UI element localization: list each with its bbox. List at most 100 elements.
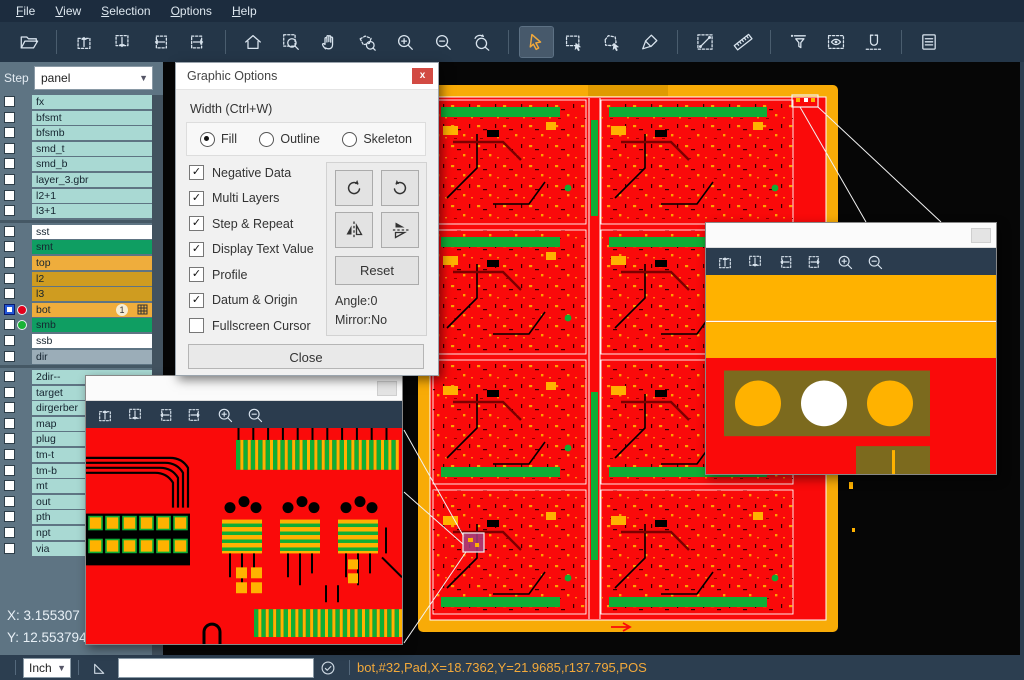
layer-name[interactable]: smd_t [32,142,152,156]
pan-right-button[interactable] [182,27,215,57]
layer-name[interactable]: bfsmb [32,126,152,140]
layer-name[interactable]: smb [32,318,152,332]
pan-left-button[interactable] [771,251,798,273]
zoom-in-button[interactable] [389,27,422,57]
layer-name[interactable]: bot1 [32,303,152,317]
unit-select[interactable]: Inch ▼ [23,658,71,678]
preview-viewport[interactable] [86,428,402,644]
menu-selection[interactable]: Selection [91,2,160,21]
layer-checkbox[interactable] [4,241,15,252]
layer-checkbox[interactable] [4,351,15,362]
pan-down-button[interactable] [741,251,768,273]
checkbox-negative-data[interactable]: ✓ Negative Data [189,160,314,186]
menu-options[interactable]: Options [161,2,222,21]
layer-name[interactable]: dir [32,350,152,364]
layer-checkbox[interactable] [4,205,15,216]
layer-checkbox[interactable] [4,174,15,185]
zoom-in-button[interactable] [831,251,858,273]
filter-button[interactable] [782,27,815,57]
layer-name[interactable]: smt [32,240,152,254]
layer-name[interactable]: ssb [32,334,152,348]
pan-left-button[interactable] [144,27,177,57]
pan-up-button[interactable] [91,404,118,426]
layer-name[interactable]: smd_b [32,157,152,171]
measure-button[interactable] [689,27,722,57]
layer-name[interactable]: l2+1 [32,189,152,203]
radio-skeleton[interactable]: Skeleton [342,132,412,147]
layer-checkbox[interactable] [4,158,15,169]
layer-checkbox[interactable] [4,465,15,476]
checkbox-datum-origin[interactable]: ✓ Datum & Origin [189,288,314,314]
pan-up-button[interactable] [68,27,101,57]
layer-checkbox[interactable] [4,143,15,154]
select-arrow-button[interactable] [520,27,553,57]
preview-menu-button[interactable] [377,381,397,396]
dialog-title-bar[interactable]: Graphic Options x [176,63,438,90]
layer-name[interactable]: l3+1 [32,204,152,218]
layer-checkbox[interactable] [4,371,15,382]
preview-title-bar[interactable] [86,376,402,401]
checkbox-multi-layers[interactable]: ✓ Multi Layers [189,186,314,212]
checkbox-step-repeat[interactable]: ✓ Step & Repeat [189,211,314,237]
layer-checkbox[interactable] [4,288,15,299]
flip-horizontal-button[interactable] [335,212,373,248]
step-select[interactable]: panel ▼ [34,66,153,90]
layer-name[interactable]: bfsmt [32,111,152,125]
layer-checkbox[interactable] [4,190,15,201]
pan-hand-button[interactable] [313,27,346,57]
home-button[interactable] [237,27,270,57]
layer-checkbox[interactable] [4,387,15,398]
pan-left-button[interactable] [151,404,178,426]
open-folder-button[interactable] [13,27,46,57]
checkbox-fullscreen-cursor[interactable]: Fullscreen Cursor [189,313,314,339]
pan-down-button[interactable] [121,404,148,426]
preview-title-bar[interactable] [706,223,996,248]
checkbox-display-text-value[interactable]: ✓ Display Text Value [189,237,314,263]
command-input[interactable] [118,658,314,678]
layer-checkbox[interactable] [4,335,15,346]
brush-button[interactable] [634,27,667,57]
layer-checkbox[interactable] [4,402,15,413]
layer-name[interactable]: sst [32,225,152,239]
zoom-window-button[interactable] [275,27,308,57]
layer-checkbox[interactable] [4,226,15,237]
layer-name[interactable]: layer_3.gbr [32,173,152,187]
checkbox-profile[interactable]: ✓ Profile [189,262,314,288]
snap-button[interactable] [858,27,891,57]
layer-checkbox[interactable] [4,527,15,538]
close-button[interactable]: Close [188,344,424,369]
zoom-out-button[interactable] [861,251,888,273]
layer-name[interactable]: top [32,256,152,270]
flip-vertical-button[interactable] [381,212,419,248]
rotate-cw-button[interactable] [335,170,373,206]
preview-viewport[interactable] [706,275,996,474]
layer-checkbox[interactable] [4,127,15,138]
ruler-button[interactable] [727,27,760,57]
layer-checkbox[interactable] [4,319,15,330]
pan-up-button[interactable] [711,251,738,273]
layer-checkbox[interactable] [4,511,15,522]
layer-name[interactable]: l3 [32,287,152,301]
apply-button[interactable] [319,659,337,677]
layer-checkbox[interactable] [4,543,15,554]
close-icon[interactable]: x [412,68,433,84]
zoom-out-button[interactable] [427,27,460,57]
rect-select-button[interactable] [558,27,591,57]
layer-checkbox[interactable] [4,304,15,315]
radio-outline[interactable]: Outline [259,132,320,147]
report-button[interactable] [913,27,946,57]
layer-checkbox[interactable] [4,257,15,268]
layer-checkbox[interactable] [4,418,15,429]
reset-button[interactable]: Reset [335,256,419,285]
pan-down-button[interactable] [106,27,139,57]
layer-checkbox[interactable] [4,112,15,123]
layer-checkbox[interactable] [4,273,15,284]
layer-checkbox[interactable] [4,96,15,107]
zoom-previous-button[interactable] [465,27,498,57]
rotate-ccw-button[interactable] [381,170,419,206]
angle-mode-button[interactable] [91,659,109,677]
menu-view[interactable]: View [45,2,91,21]
radio-fill[interactable]: Fill [200,132,237,147]
zoom-in-button[interactable] [211,404,238,426]
view-region-button[interactable] [820,27,853,57]
